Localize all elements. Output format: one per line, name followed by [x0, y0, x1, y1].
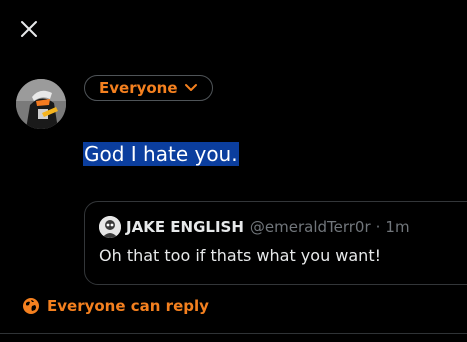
divider: [0, 333, 467, 334]
audience-label: Everyone: [99, 79, 178, 97]
quoted-avatar: [99, 216, 121, 238]
avatar-image: [16, 79, 66, 129]
quoted-tweet-text: Oh that too if thats what you want!: [99, 246, 382, 265]
selected-text: God I hate you.: [83, 142, 239, 166]
avatar[interactable]: [16, 79, 66, 129]
quoted-handle: @emeraldTerr0r: [249, 218, 371, 236]
close-icon: [21, 21, 37, 37]
globe-icon: [23, 298, 39, 314]
quoted-tweet-card[interactable]: JAKE ENGLISH @emeraldTerr0r · 1m Oh that…: [84, 201, 467, 285]
reply-setting-button[interactable]: Everyone can reply: [22, 297, 209, 315]
reply-setting-label: Everyone can reply: [47, 297, 209, 315]
separator-dot: ·: [375, 218, 381, 236]
quoted-timestamp: 1m: [385, 218, 410, 236]
tweet-text-input[interactable]: God I hate you.: [83, 140, 239, 168]
close-button[interactable]: [14, 14, 44, 44]
chevron-down-icon: [184, 84, 197, 91]
audience-button[interactable]: Everyone: [84, 75, 213, 101]
quoted-display-name: JAKE ENGLISH: [126, 218, 244, 236]
quoted-tweet-header: JAKE ENGLISH @emeraldTerr0r · 1m: [99, 216, 410, 238]
